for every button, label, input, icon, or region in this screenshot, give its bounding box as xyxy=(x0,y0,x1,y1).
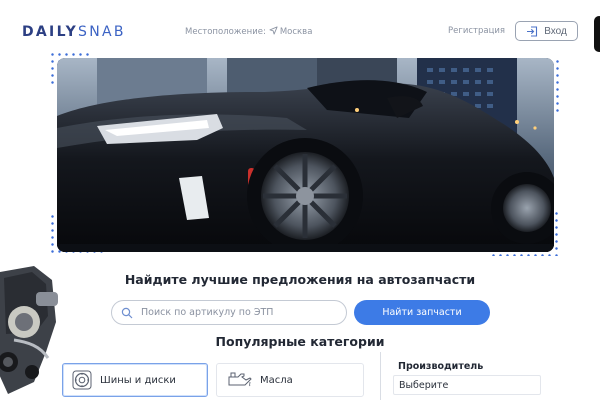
edge-ornament xyxy=(594,16,600,52)
category-oils[interactable]: Масла xyxy=(216,363,364,397)
search-headline: Найдите лучшие предложения на автозапчас… xyxy=(124,272,476,287)
category-label: Шины и диски xyxy=(100,374,176,386)
search-field[interactable] xyxy=(111,300,347,325)
hero-banner xyxy=(57,58,554,252)
categories-title: Популярные категории xyxy=(215,334,385,349)
category-tires[interactable]: Шины и диски xyxy=(62,363,208,397)
manufacturer-filter: Производитель Выберите xyxy=(380,352,542,400)
location-arrow-icon xyxy=(269,26,278,35)
search-input[interactable] xyxy=(141,307,331,318)
login-button[interactable]: Вход xyxy=(515,21,578,41)
page: DAILYSNAB Местоположение: Москва Регистра… xyxy=(0,0,600,400)
category-label: Масла xyxy=(260,374,293,386)
car-photo-image xyxy=(57,58,554,252)
logo-light: SNAB xyxy=(78,24,126,40)
tire-icon xyxy=(72,370,92,390)
oil-can-icon xyxy=(228,372,252,387)
register-link[interactable]: Регистрация xyxy=(448,26,505,36)
location-city: Москва xyxy=(279,27,313,37)
manufacturer-select[interactable]: Выберите xyxy=(393,375,541,395)
logo-bold: DAILY xyxy=(22,24,79,40)
login-icon xyxy=(527,25,538,37)
manufacturer-label: Производитель xyxy=(398,361,484,372)
location[interactable]: Местоположение: Москва xyxy=(185,26,312,37)
location-label: Местоположение: xyxy=(185,27,266,37)
login-label: Вход xyxy=(544,25,567,37)
logo[interactable]: DAILYSNAB xyxy=(22,24,126,40)
find-parts-button[interactable]: Найти запчасти xyxy=(354,300,490,325)
search-icon xyxy=(121,307,133,318)
